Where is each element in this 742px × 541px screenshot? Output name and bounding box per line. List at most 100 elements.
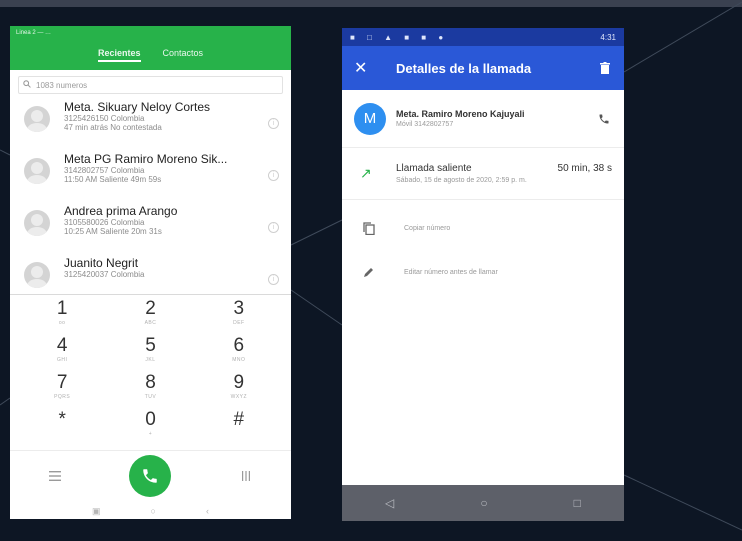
back-icon[interactable]: ‹ (206, 506, 209, 516)
key-digit: 3 (233, 298, 245, 319)
outgoing-arrow-icon: ↗ (360, 165, 372, 181)
recents-icon[interactable]: □ (574, 496, 581, 510)
close-icon[interactable]: ✕ (354, 58, 380, 78)
dial-key-3[interactable]: 3 DEF (195, 298, 283, 335)
phone-icon[interactable] (596, 113, 612, 125)
contact-number: 3125426150 Colombia (64, 114, 145, 123)
back-icon[interactable]: ◁ (385, 496, 394, 510)
key-digit: 5 (145, 335, 156, 356)
dial-key-0[interactable]: 0 + (106, 409, 194, 446)
key-digit: 0 (145, 409, 156, 430)
avatar (24, 106, 50, 132)
square-icon[interactable]: ▣ (92, 506, 101, 517)
home-icon[interactable]: ○ (480, 496, 487, 510)
copy-number-action[interactable]: Copiar número (342, 206, 624, 250)
dialer-screen: Linea 2 — … Recientes Contactos 1083 num… (10, 26, 291, 519)
contact-name: Meta PG Ramiro Moreno Sik... (64, 152, 228, 166)
dial-key-2[interactable]: 2 ABC (106, 298, 194, 335)
key-digit: 2 (145, 298, 156, 319)
contact-number: Móvil 3142802757 (396, 121, 454, 128)
contact-number: 3125420037 Colombia (64, 270, 145, 279)
call-duration: 50 min, 38 s (557, 163, 612, 174)
key-letters: ABC (144, 320, 157, 326)
contact-call-info: 10:25 AM Saliente 20m 31s (64, 227, 162, 236)
list-item[interactable]: Meta PG Ramiro Moreno Sik... 3142802757 … (10, 150, 291, 202)
contact-number: 3105580026 Colombia (64, 218, 145, 227)
status-bar: ■ □ ▲ ■ ■ ● 4:31 (342, 28, 624, 46)
call-type: Llamada saliente (396, 163, 472, 174)
key-letters: PQRS (54, 394, 71, 400)
key-letters: JKL (145, 357, 156, 363)
dial-key-6[interactable]: 6 MNO (195, 335, 283, 372)
info-icon[interactable]: i (268, 222, 279, 233)
contact-call-info: 11:50 AM Saliente 49m 59s (64, 175, 162, 184)
search-input[interactable]: 1083 numeros (18, 76, 283, 94)
dial-key-7[interactable]: 7 PQRS (18, 372, 106, 409)
key-digit: * (58, 409, 66, 430)
call-date: Sábado, 15 de agosto de 2020, 2:59 p. m. (396, 177, 527, 184)
key-digit: 1 (56, 298, 68, 319)
list-item[interactable]: Juanito Negrit 3125420037 Colombia i (10, 254, 291, 294)
action-label: Copiar número (404, 224, 451, 232)
dial-key-1[interactable]: 1 oo (18, 298, 106, 335)
dialpad: 1 oo 2 ABC 3 DEF 4 GHI 5 JKL 6 MNO 7 PQRS 8 TUV … (10, 294, 291, 446)
dial-key-8[interactable]: 8 TUV (106, 372, 194, 409)
android-nav-bar: ▣ ○ ‹ (10, 500, 291, 519)
contact-name: Andrea prima Arango (64, 204, 178, 218)
phone-icon (143, 468, 158, 483)
tab-recientes[interactable]: Recientes (97, 48, 141, 62)
android-nav-bar: ◁ ○ □ (342, 485, 624, 521)
key-letters: WXYZ (230, 394, 248, 400)
dial-key-star[interactable]: * (18, 409, 106, 446)
recent-calls-list: Meta. Sikuary Neloy Cortes 3125426150 Co… (10, 98, 291, 294)
key-letters: MNO (232, 357, 246, 363)
action-label: Editar número antes de llamar (404, 268, 498, 276)
key-digit: 9 (233, 372, 245, 393)
contact-number: 3142802757 Colombia (64, 166, 145, 175)
dialer-tabs: Recientes Contactos (10, 48, 291, 62)
tab-contactos[interactable]: Contactos (163, 48, 204, 62)
menu-icon[interactable] (40, 468, 70, 484)
list-item[interactable]: Meta. Sikuary Neloy Cortes 3125426150 Co… (10, 98, 291, 150)
search-icon (23, 80, 31, 90)
dialer-actions (10, 450, 291, 500)
contact-call-info: 47 min atrás No contestada (64, 123, 162, 132)
key-letters: DEF (233, 320, 245, 326)
contact-name: Meta. Ramiro Moreno Kajuyali (396, 109, 525, 119)
avatar: M (354, 102, 386, 135)
trash-icon[interactable] (598, 62, 612, 74)
key-digit: 4 (56, 335, 68, 356)
dial-key-9[interactable]: 9 WXYZ (195, 372, 283, 409)
status-bar: Linea 2 — … (16, 30, 52, 36)
dial-key-5[interactable]: 5 JKL (106, 335, 194, 372)
info-icon[interactable]: i (268, 274, 279, 285)
key-letters: TUV (144, 394, 157, 400)
avatar (24, 210, 50, 236)
contact-row[interactable]: M Meta. Ramiro Moreno Kajuyali Móvil 314… (342, 90, 624, 148)
dialpad-icon[interactable] (231, 468, 261, 484)
call-details-screen: ■ □ ▲ ■ ■ ● 4:31 ✕ Detalles de la llamad… (342, 28, 624, 521)
list-item[interactable]: Andrea prima Arango 3105580026 Colombia … (10, 202, 291, 254)
search-placeholder: 1083 numeros (36, 80, 88, 90)
key-digit: 8 (145, 372, 156, 393)
key-letters: GHI (56, 357, 68, 363)
status-time: 4:31 (600, 32, 616, 42)
contact-name: Meta. Sikuary Neloy Cortes (64, 100, 211, 114)
dialer-header: Linea 2 — … Recientes Contactos (10, 26, 291, 70)
circle-icon[interactable]: ○ (151, 506, 156, 516)
page-title: Detalles de la llamada (396, 60, 532, 76)
call-button[interactable] (129, 454, 172, 497)
info-icon[interactable]: i (268, 170, 279, 181)
key-letters: oo (58, 320, 66, 326)
avatar (24, 158, 50, 184)
edit-number-action[interactable]: Editar número antes de llamar (342, 250, 624, 294)
avatar (24, 262, 50, 288)
info-icon[interactable]: i (268, 118, 279, 129)
dial-key-4[interactable]: 4 GHI (18, 335, 106, 372)
key-digit: 7 (56, 372, 68, 393)
dial-key-hash[interactable]: # (195, 409, 283, 446)
pencil-icon (360, 266, 378, 278)
call-entry: ↗ Llamada saliente 50 min, 38 s Sábado, … (342, 148, 624, 200)
notification-icons: ■ □ ▲ ■ ■ ● (350, 32, 449, 42)
details-toolbar: ✕ Detalles de la llamada (342, 46, 624, 90)
